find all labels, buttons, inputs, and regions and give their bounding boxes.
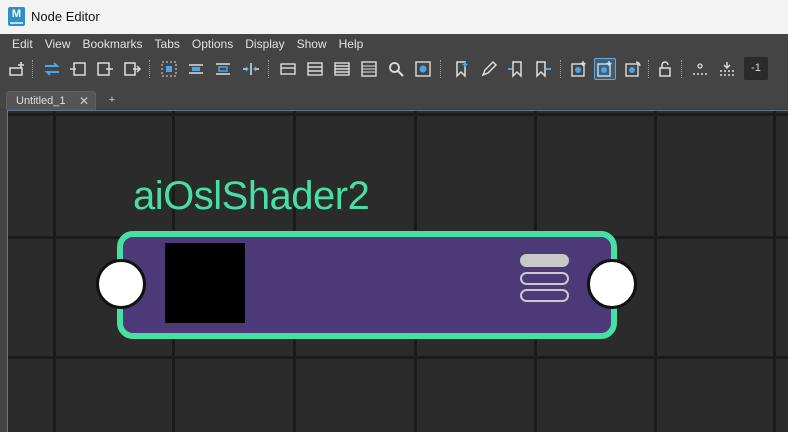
menu-show[interactable]: Show: [291, 34, 333, 54]
tab-strip: Untitled_1 ✕ +: [0, 84, 788, 110]
swatch-active-icon[interactable]: [594, 58, 616, 80]
input-connections-icon[interactable]: [67, 58, 89, 80]
grid-line: [8, 356, 788, 359]
menu-tabs[interactable]: Tabs: [149, 34, 186, 54]
node-swatch: [165, 243, 245, 323]
toolbar-separator: [268, 60, 270, 78]
maya-app-icon: M: [8, 7, 25, 26]
graph-materials-icon[interactable]: [412, 58, 434, 80]
frame-all-icon[interactable]: [158, 58, 180, 80]
attribute-list-icon[interactable]: [520, 254, 570, 304]
output-port[interactable]: [587, 259, 637, 309]
next-bookmark-icon[interactable]: [532, 58, 554, 80]
toolbar-separator: [440, 60, 442, 78]
toolbar-separator: [32, 60, 34, 78]
swatch-refresh-icon[interactable]: [622, 58, 644, 80]
connected-mode-icon[interactable]: [304, 58, 326, 80]
custom-mode-icon[interactable]: [358, 58, 380, 80]
add-tab-button[interactable]: +: [98, 91, 126, 110]
bookmark-icon[interactable]: [450, 58, 472, 80]
snap-icon[interactable]: [716, 58, 738, 80]
tab-untitled-1[interactable]: Untitled_1 ✕: [6, 91, 96, 110]
full-mode-icon[interactable]: [331, 58, 353, 80]
bookmark-number-field[interactable]: -1: [744, 57, 768, 80]
menu-bookmarks[interactable]: Bookmarks: [76, 34, 148, 54]
input-port[interactable]: [96, 259, 146, 309]
toolbar-separator: [560, 60, 562, 78]
node-name-label: aiOslShader2: [133, 174, 370, 218]
graph-io-icon[interactable]: [41, 58, 63, 80]
toolbar-separator: [681, 60, 683, 78]
edit-bookmark-icon[interactable]: [478, 58, 500, 80]
lock-icon[interactable]: [654, 58, 676, 80]
prev-bookmark-icon[interactable]: [505, 58, 527, 80]
grid-line: [53, 111, 56, 432]
add-node-icon[interactable]: [6, 58, 28, 80]
menu-edit[interactable]: Edit: [6, 34, 39, 54]
upstream-icon[interactable]: [94, 58, 116, 80]
rearrange-icon[interactable]: [240, 58, 262, 80]
simple-mode-icon[interactable]: [277, 58, 299, 80]
list-bar: [520, 272, 569, 285]
menu-help[interactable]: Help: [333, 34, 370, 54]
grid-line: [654, 111, 657, 432]
window-title: Node Editor: [31, 9, 100, 24]
clear-graph-icon[interactable]: [212, 58, 234, 80]
menu-bar: Edit View Bookmarks Tabs Options Display…: [0, 34, 788, 54]
list-bar: [520, 289, 569, 302]
downstream-icon[interactable]: [121, 58, 143, 80]
menu-display[interactable]: Display: [239, 34, 290, 54]
tab-label: Untitled_1: [16, 95, 66, 107]
grid-line: [773, 111, 776, 432]
menu-view[interactable]: View: [39, 34, 77, 54]
list-bar: [520, 254, 569, 267]
swatch-toggle-icon[interactable]: [568, 58, 590, 80]
close-icon[interactable]: ✕: [79, 94, 89, 108]
toolbar-separator: [648, 60, 650, 78]
title-bar: M Node Editor: [0, 0, 788, 34]
search-icon[interactable]: [385, 58, 407, 80]
grid-line: [8, 113, 788, 116]
grid-icon[interactable]: [689, 58, 711, 80]
toolbar-separator: [149, 60, 151, 78]
menu-options[interactable]: Options: [186, 34, 239, 54]
frame-selection-icon[interactable]: [185, 58, 207, 80]
toolbar: [0, 54, 788, 84]
